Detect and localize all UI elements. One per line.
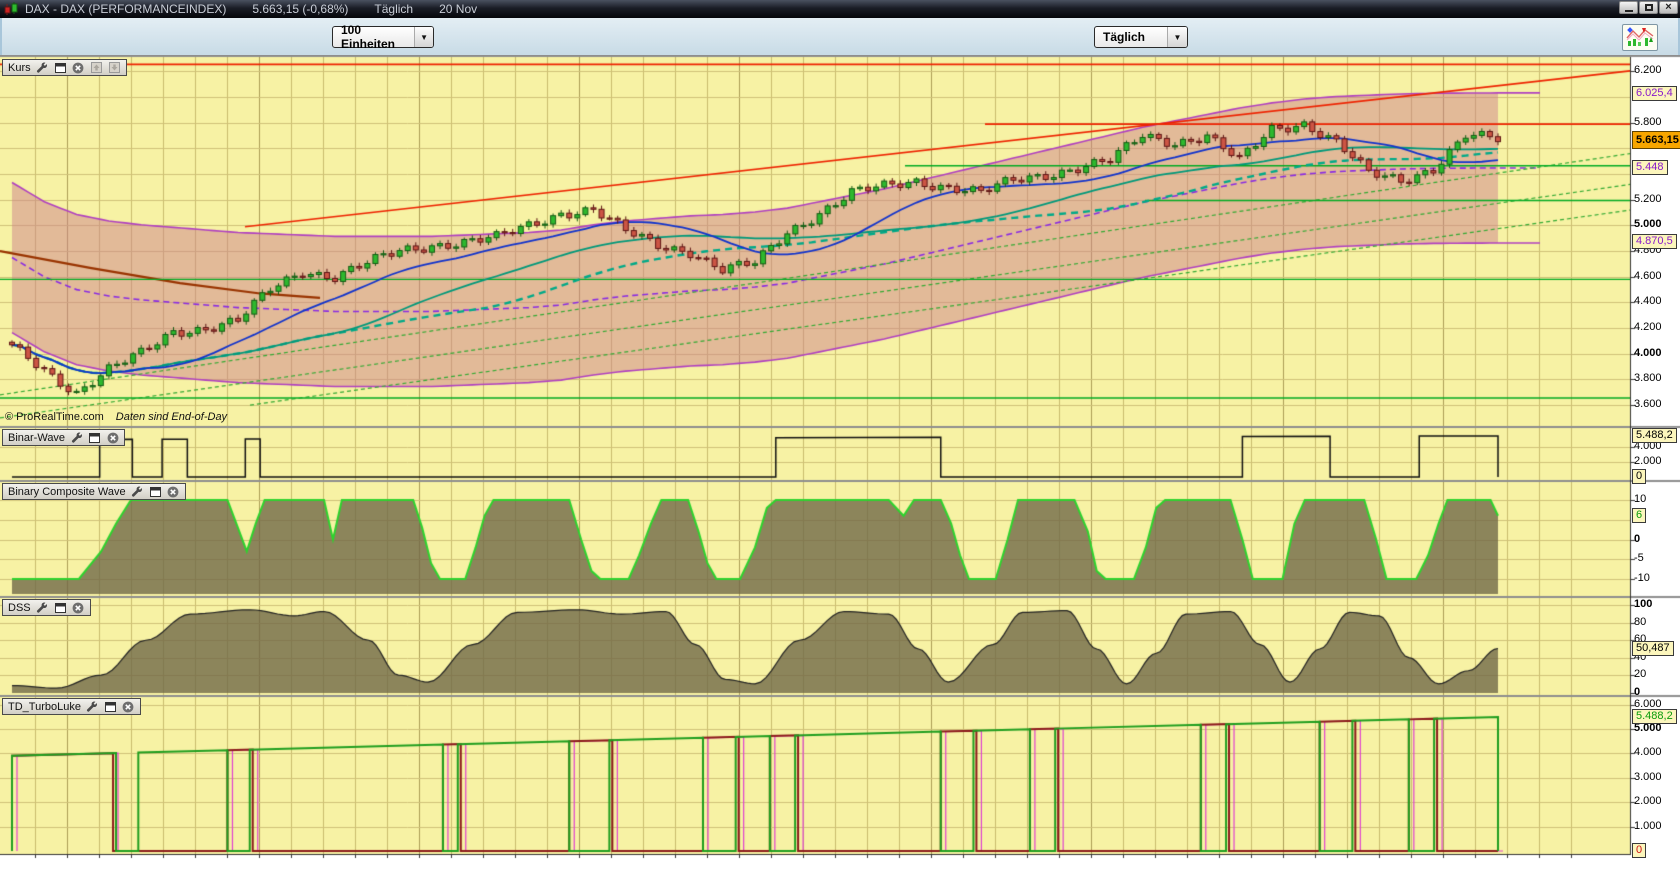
y-axis-tick-label: 4.400 xyxy=(1634,295,1662,307)
y-axis-tick-label: 6.200 xyxy=(1634,64,1662,76)
maximize-button[interactable] xyxy=(1639,1,1658,14)
y-axis-tick-label: 4.200 xyxy=(1634,321,1662,333)
copyright-text: Daten sind End-of-Day xyxy=(116,411,227,423)
units-dropdown[interactable]: 100 Einheiten ▼ xyxy=(332,26,434,48)
panel-tab-td-turboluke: TD_TurboLuke xyxy=(2,698,141,715)
panel-tab-dss: DSS xyxy=(2,599,91,616)
chart-options-button[interactable] xyxy=(1622,24,1658,51)
y-axis-tick-label: -10 xyxy=(1634,572,1650,584)
window-title-date: 20 Nov xyxy=(439,2,477,16)
y-axis-tick-label: 4.000 xyxy=(1634,746,1662,758)
wrench-icon[interactable] xyxy=(86,700,99,713)
y-axis-tick-label: 5.200 xyxy=(1634,193,1662,205)
value-badge: 0 xyxy=(1632,469,1646,484)
candlestick-app-icon xyxy=(3,2,19,16)
move-up-icon[interactable] xyxy=(90,61,103,74)
value-badge: 5.488,2 xyxy=(1632,428,1677,443)
panel-tab-kurs: Kurs xyxy=(2,59,127,76)
window-title-period: Täglich xyxy=(374,2,413,16)
window-title-quote: 5.663,15 (-0,68%) xyxy=(252,2,348,16)
detach-window-icon[interactable] xyxy=(54,61,67,74)
value-badge: 0 xyxy=(1632,843,1646,858)
y-axis-tick-label: 0 xyxy=(1634,533,1640,545)
wrench-icon[interactable] xyxy=(70,431,83,444)
close-icon[interactable] xyxy=(106,431,119,444)
y-axis-tick-label: 5.000 xyxy=(1634,218,1662,230)
y-axis-tick-label: 10 xyxy=(1634,493,1646,505)
application-window: DAX - DAX (PERFORMANCEINDEX) 5.663,15 (-… xyxy=(0,0,1680,878)
y-axis-tick-label: 2.000 xyxy=(1634,455,1662,467)
panel-title: Kurs xyxy=(8,62,31,74)
units-dropdown-value: 100 Einheiten xyxy=(341,23,414,51)
y-axis-tick-label: 3.000 xyxy=(1634,771,1662,783)
wrench-icon[interactable] xyxy=(36,601,49,614)
panel-title: DSS xyxy=(8,602,31,614)
close-icon[interactable] xyxy=(167,485,180,498)
panel-title: Binar-Wave xyxy=(8,432,65,444)
move-down-icon[interactable] xyxy=(108,61,121,74)
y-axis-tick-label: -5 xyxy=(1634,552,1644,564)
copyright-brand: © ProRealTime.com xyxy=(5,411,104,423)
panel-title: TD_TurboLuke xyxy=(8,701,81,713)
mini-chart-icon xyxy=(1626,27,1654,48)
wrench-icon[interactable] xyxy=(131,485,144,498)
y-axis-tick-label: 3.800 xyxy=(1634,372,1662,384)
window-title-instrument: DAX - DAX (PERFORMANCEINDEX) xyxy=(25,2,226,16)
y-axis-tick-label: 3.600 xyxy=(1634,398,1662,410)
y-axis-tick-label: 2.000 xyxy=(1634,795,1662,807)
close-icon[interactable] xyxy=(72,61,85,74)
y-axis-tick-label: 4.600 xyxy=(1634,270,1662,282)
value-badge: 5.488,2 xyxy=(1632,709,1677,724)
value-badge: 50,487 xyxy=(1632,641,1674,656)
close-icon[interactable] xyxy=(122,700,135,713)
y-axis-tick-label: 100 xyxy=(1634,598,1652,610)
period-dropdown-value: Täglich xyxy=(1103,30,1145,44)
chevron-down-icon[interactable]: ▼ xyxy=(414,27,433,47)
panel-tab-binar-wave: Binar-Wave xyxy=(2,429,125,446)
panel-tab-binary-composite-wave: Binary Composite Wave xyxy=(2,483,186,500)
panel-title: Binary Composite Wave xyxy=(8,486,126,498)
detach-window-icon[interactable] xyxy=(104,700,117,713)
y-axis-tick-label: 20 xyxy=(1634,668,1646,680)
detach-window-icon[interactable] xyxy=(54,601,67,614)
y-axis-tick-label: 0 xyxy=(1634,686,1640,698)
minimize-button[interactable] xyxy=(1619,1,1638,14)
y-axis-tick-label: 1.000 xyxy=(1634,820,1662,832)
close-icon[interactable] xyxy=(72,601,85,614)
detach-window-icon[interactable] xyxy=(88,431,101,444)
y-axis-tick-label: 80 xyxy=(1634,616,1646,628)
toolbar: 100 Einheiten ▼ Täglich ▼ xyxy=(0,18,1680,56)
close-window-button[interactable]: × xyxy=(1659,1,1678,14)
y-axis-tick-label: 4.000 xyxy=(1634,347,1662,359)
period-dropdown[interactable]: Täglich ▼ xyxy=(1094,26,1188,48)
value-badge: 6 xyxy=(1632,508,1646,523)
y-axis-tick-label: 5.800 xyxy=(1634,116,1662,128)
wrench-icon[interactable] xyxy=(36,61,49,74)
chevron-down-icon[interactable]: ▼ xyxy=(1167,27,1187,47)
chart-area: Kurs Binar-Wave Binary Composi xyxy=(0,55,1680,878)
detach-window-icon[interactable] xyxy=(149,485,162,498)
copyright-note: © ProRealTime.com Daten sind End-of-Day xyxy=(5,411,227,423)
value-badge: 5.448 xyxy=(1632,160,1668,175)
y-axis-tick-label: 6.000 xyxy=(1634,698,1662,710)
value-badge: 6.025,4 xyxy=(1632,86,1677,101)
value-badge: 5.663,15 xyxy=(1632,131,1680,149)
chart-canvas[interactable] xyxy=(0,55,1680,878)
title-bar: DAX - DAX (PERFORMANCEINDEX) 5.663,15 (-… xyxy=(0,0,1680,18)
value-badge: 4.870,5 xyxy=(1632,234,1677,249)
